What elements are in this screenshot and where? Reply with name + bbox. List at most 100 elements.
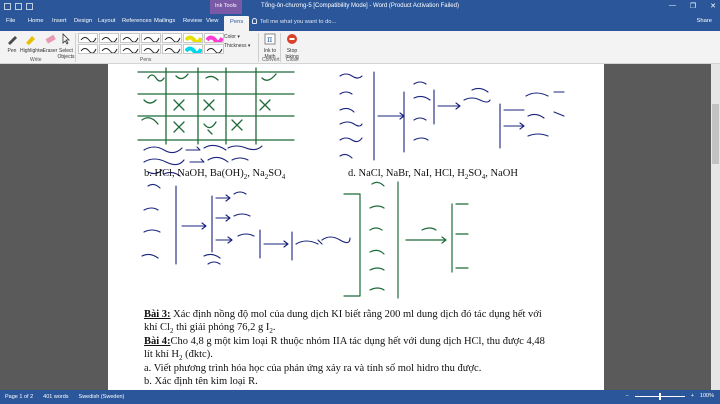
vertical-scrollbar[interactable] — [711, 64, 720, 390]
eraser-icon — [45, 34, 56, 44]
ribbon-tabs: File Home Insert Design Layout Reference… — [0, 14, 720, 31]
ink-table — [137, 67, 295, 145]
pen-preset[interactable] — [120, 33, 140, 43]
tab-references[interactable]: References — [122, 18, 152, 24]
zoom-slider-thumb[interactable] — [658, 392, 661, 400]
pen-preset[interactable] — [78, 44, 98, 54]
pen-preset[interactable] — [204, 44, 224, 54]
zoom-slider[interactable] — [634, 392, 685, 400]
window-controls: — ❐ ✕ — [669, 2, 716, 10]
pen-preset[interactable] — [204, 33, 224, 43]
tab-file[interactable]: File — [6, 18, 15, 24]
ink-flow-middle — [141, 183, 351, 265]
bai3-text2c: . — [272, 322, 276, 333]
tab-design[interactable]: Design — [74, 18, 92, 24]
bai3-text2b: thì giải phóng 76,2 g I — [173, 322, 270, 333]
ribbon: Pen Highlighter Eraser Select Objects Wr… — [0, 31, 720, 64]
highlighter-button[interactable]: Highlighter — [20, 33, 44, 54]
title-bar: Ink Tools Tổng-ôn-chương-5 [Compatibilit… — [0, 0, 720, 14]
status-bar: Page 1 of 2 401 words Swedish (Sweden) −… — [0, 390, 720, 404]
exercise-b-line: b. HCl, NaOH, Ba(OH)2, Na2SO4 — [144, 168, 285, 181]
line-d-text: d. NaCl, NaBr, NaI, HCl, H — [348, 168, 465, 179]
page-count[interactable]: Page 1 of 2 — [5, 394, 33, 400]
bai4-line1: Bài 4:Cho 4,8 g một kim loại R thuộc nhó… — [144, 336, 545, 347]
pen-preset[interactable] — [78, 33, 98, 43]
line-b-tail2: SO — [268, 168, 282, 179]
bai3-line2: khí Cl2 thì giải phóng 76,2 g I2. — [144, 322, 276, 335]
tab-pens[interactable]: Pens — [224, 16, 250, 31]
pen-preset[interactable] — [162, 33, 182, 43]
line-b-tail: , Na — [247, 168, 265, 179]
pen-preset[interactable] — [141, 33, 161, 43]
pen-preset[interactable] — [120, 44, 140, 54]
tell-me-text: Tell me what you want to do... — [260, 19, 337, 25]
math-icon: π — [264, 33, 276, 45]
ink-flow-green — [343, 181, 469, 299]
pens-group-label: Pens — [140, 57, 152, 63]
bai4-text2b: (đktc). — [182, 349, 213, 360]
exercise-d-line: d. NaCl, NaBr, NaI, HCl, H2SO4, NaOH — [348, 168, 518, 181]
word-count[interactable]: 401 words — [43, 394, 68, 400]
restore-button[interactable]: ❐ — [690, 2, 696, 10]
divider — [75, 33, 76, 62]
bai4-text2: lít khí H — [144, 349, 180, 360]
bai3-title: Bài 3: — [144, 309, 171, 320]
window-title: Tổng-ôn-chương-5 [Compatibility Mode] - … — [261, 3, 459, 9]
color-label: Color — [224, 34, 236, 40]
bai3-line1: Bài 3: Xác định nồng độ mol của dung dịc… — [144, 309, 542, 320]
scrollbar-thumb[interactable] — [712, 104, 719, 164]
highlighter-label: Highlighter — [20, 48, 44, 54]
pen-button[interactable]: Pen — [2, 33, 22, 54]
bai4-line2: lít khí H2 (đktc). — [144, 349, 213, 362]
document-page[interactable]: b. HCl, NaOH, Ba(OH)2, Na2SO4 d. NaCl, N… — [108, 64, 604, 390]
write-group-label: Write — [30, 57, 42, 63]
bai4-title: Bài 4: — [144, 336, 171, 347]
tab-view[interactable]: View — [206, 18, 218, 24]
highlighter-icon — [26, 36, 35, 45]
bai3-text2: khí Cl — [144, 322, 170, 333]
stop-icon — [287, 34, 297, 44]
color-dropdown[interactable]: Color ▾ — [224, 34, 240, 40]
zoom-out-button[interactable]: − — [625, 393, 628, 399]
stop-inking-button[interactable]: Stop Inking — [282, 33, 302, 60]
bai4-part-b: b. Xác định tên kim loại R. — [144, 376, 258, 387]
close-group-label: Close — [286, 57, 299, 63]
subscript: 4 — [281, 173, 286, 182]
pen-gallery — [78, 33, 224, 54]
bai4-text: Cho 4,8 g một kim loại R thuộc nhóm IIA … — [170, 336, 545, 347]
tell-me-box[interactable]: Tell me what you want to do... — [252, 18, 336, 25]
select-objects-button[interactable]: Select Objects — [56, 33, 76, 60]
divider — [280, 33, 281, 62]
line-d-tail2: , NaOH — [485, 168, 518, 179]
select-objects-label: Select Objects — [57, 48, 75, 60]
thickness-dropdown[interactable]: Thickness ▾ — [224, 43, 250, 49]
lightbulb-icon — [252, 18, 257, 24]
zoom-level[interactable]: 100% — [700, 393, 714, 399]
tab-review[interactable]: Review — [183, 18, 202, 24]
tab-insert[interactable]: Insert — [52, 18, 67, 24]
pen-preset[interactable] — [141, 44, 161, 54]
zoom-in-button[interactable]: + — [691, 393, 694, 399]
line-b-text: b. HCl, NaOH, Ba(OH) — [144, 168, 244, 179]
svg-text:π: π — [267, 35, 272, 44]
tab-layout[interactable]: Layout — [98, 18, 115, 24]
pen-preset[interactable] — [183, 33, 203, 43]
pen-preset[interactable] — [183, 44, 203, 54]
share-button[interactable]: Share — [697, 18, 712, 24]
pen-preset[interactable] — [162, 44, 182, 54]
close-button[interactable]: ✕ — [710, 2, 716, 10]
minimize-button[interactable]: — — [669, 2, 676, 10]
convert-group-label: Convert — [262, 57, 280, 63]
pen-icon — [8, 36, 17, 45]
divider — [258, 33, 259, 62]
bai3-text: Xác định nồng độ mol của dung dịch KI bi… — [170, 309, 542, 320]
language[interactable]: Swedish (Sweden) — [79, 394, 125, 400]
tab-home[interactable]: Home — [28, 18, 43, 24]
ink-to-math-button[interactable]: π Ink to Math — [260, 33, 280, 60]
line-d-tail: SO — [468, 168, 482, 179]
thickness-label: Thickness — [224, 43, 247, 49]
tab-mailings[interactable]: Mailings — [154, 18, 175, 24]
pen-preset[interactable] — [99, 33, 119, 43]
pen-preset[interactable] — [99, 44, 119, 54]
pen-label: Pen — [7, 48, 17, 54]
